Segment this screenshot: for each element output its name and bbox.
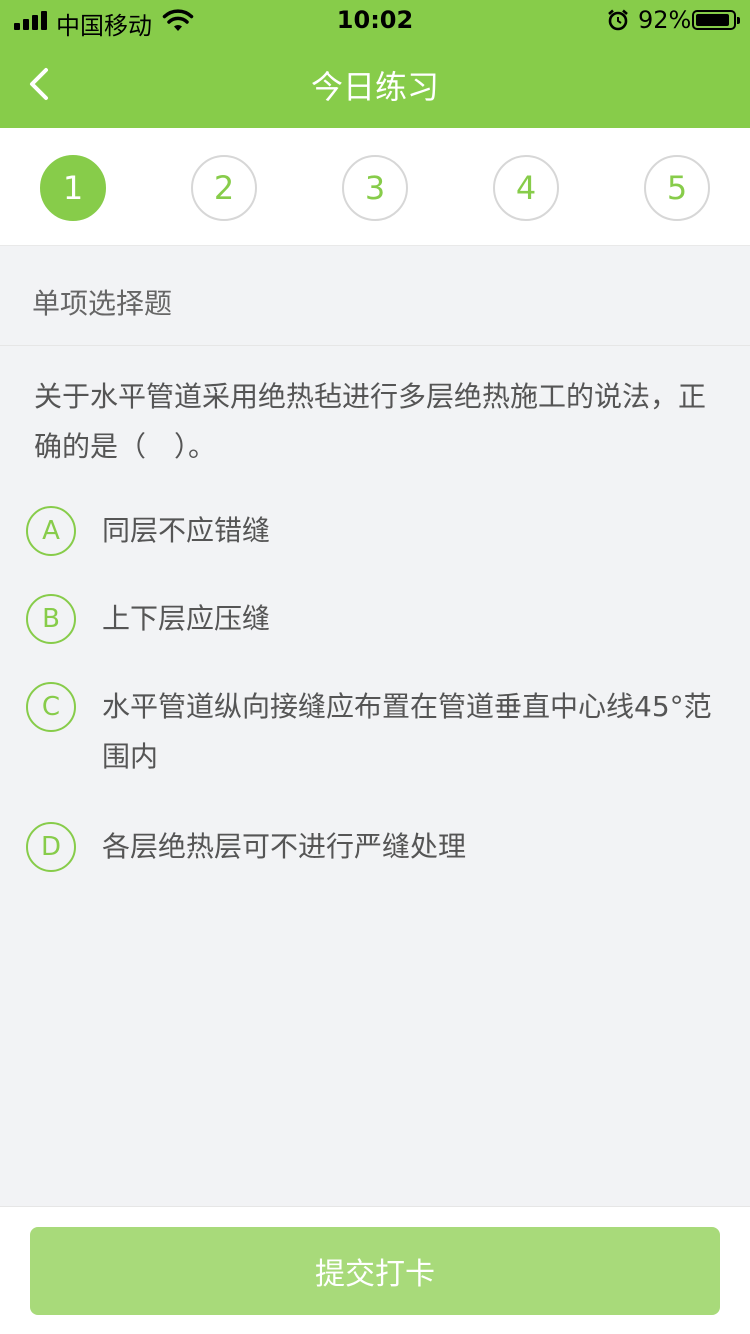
submit-checkin-button[interactable]: 提交打卡 bbox=[30, 1227, 720, 1315]
option-b[interactable]: B 上下层应压缝 bbox=[26, 594, 726, 644]
top-bar: 中国移动 10:02 92% 今日练习 bbox=[0, 0, 750, 128]
option-text: 各层绝热层可不进行严缝处理 bbox=[102, 830, 467, 863]
step-1[interactable]: 1 bbox=[40, 155, 106, 221]
step-3[interactable]: 3 bbox=[342, 155, 408, 221]
question-type-bar: 单项选择题 bbox=[0, 246, 750, 346]
question-text: 关于水平管道采用绝热毡进行多层绝热施工的说法，正确的是（ ）。 bbox=[34, 380, 707, 463]
step-4[interactable]: 4 bbox=[493, 155, 559, 221]
battery-percent: 92% bbox=[638, 6, 692, 34]
option-letter-badge: B bbox=[26, 594, 76, 644]
alarm-icon bbox=[608, 9, 628, 31]
option-text: 同层不应错缝 bbox=[102, 514, 271, 547]
option-a[interactable]: A 同层不应错缝 bbox=[26, 506, 726, 556]
screen: 中国移动 10:02 92% 今日练习 1 2 3 4 5 单项选择题 关于水平管道采用… bbox=[0, 0, 750, 1334]
step-5[interactable]: 5 bbox=[644, 155, 710, 221]
battery-fill bbox=[696, 14, 729, 26]
option-letter-badge: A bbox=[26, 506, 76, 556]
battery-icon bbox=[692, 10, 740, 30]
step-2[interactable]: 2 bbox=[191, 155, 257, 221]
page-title: 今日练习 bbox=[310, 68, 439, 106]
question-type-label: 单项选择题 bbox=[32, 287, 173, 320]
option-letter-badge: D bbox=[26, 822, 76, 872]
option-c[interactable]: C 水平管道纵向接缝应布置在管道垂直中心线45°范围内 bbox=[26, 682, 726, 782]
option-d[interactable]: D 各层绝热层可不进行严缝处理 bbox=[26, 822, 726, 872]
bottom-bar: 提交打卡 bbox=[0, 1206, 750, 1334]
question-step-bar: 1 2 3 4 5 bbox=[0, 128, 750, 246]
option-text: 上下层应压缝 bbox=[102, 602, 271, 635]
option-letter-badge: C bbox=[26, 682, 76, 732]
battery-tip bbox=[737, 17, 740, 24]
option-text: 水平管道纵向接缝应布置在管道垂直中心线45°范围内 bbox=[102, 690, 712, 773]
status-bar: 中国移动 10:02 92% bbox=[0, 0, 750, 40]
